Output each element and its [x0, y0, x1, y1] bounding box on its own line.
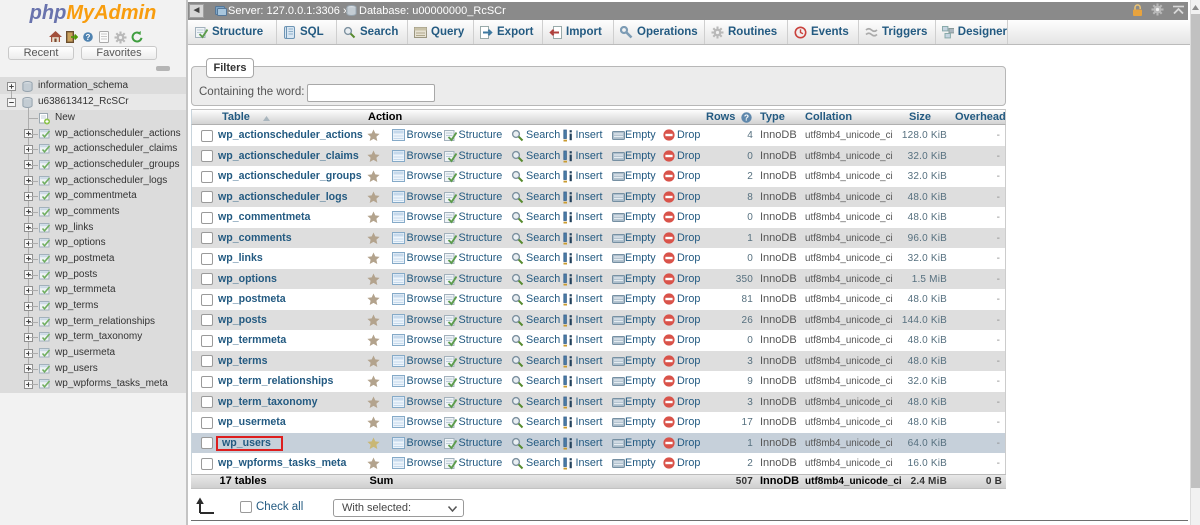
svg-text:?: ? — [744, 112, 749, 122]
